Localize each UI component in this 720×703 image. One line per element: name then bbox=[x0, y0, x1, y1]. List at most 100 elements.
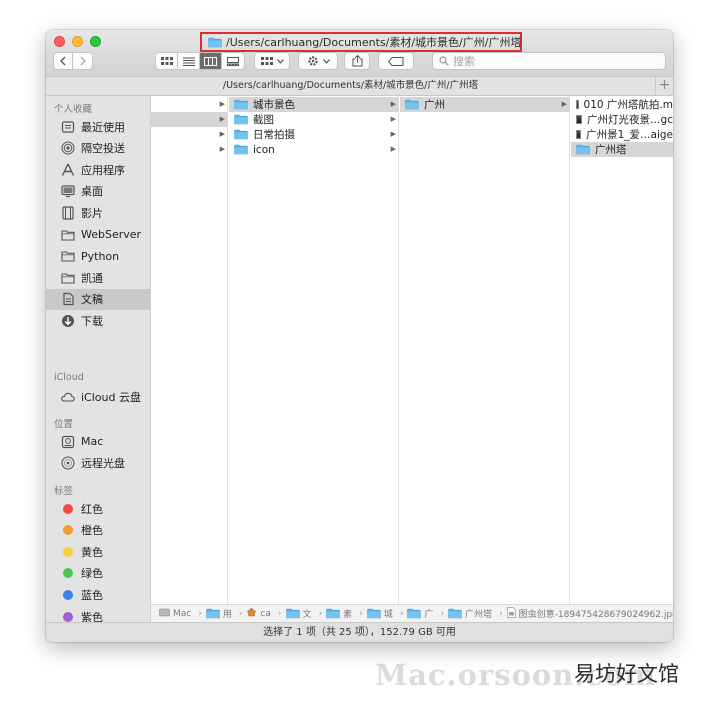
breadcrumb-item[interactable]: 广州塔 › bbox=[448, 607, 507, 620]
breadcrumb-item[interactable]: ca › bbox=[246, 607, 285, 620]
new-tab-button[interactable]: + bbox=[655, 77, 673, 95]
file-row[interactable]: 城市景色 ▶ bbox=[229, 97, 399, 112]
tag-button[interactable] bbox=[378, 52, 414, 70]
sidebar-item[interactable]: 远程光盘 bbox=[46, 453, 150, 474]
tag-color-dot bbox=[61, 588, 75, 602]
sidebar-item[interactable]: WebServer bbox=[46, 224, 150, 245]
back-button[interactable] bbox=[54, 53, 74, 69]
file-row[interactable]: ▶ bbox=[151, 97, 228, 112]
file-row[interactable]: 截图 ▶ bbox=[229, 112, 399, 127]
sidebar-item-label: 桌面 bbox=[81, 185, 103, 199]
breadcrumb-item[interactable]: 用 › bbox=[206, 607, 247, 620]
disclosure-arrow-icon: ▶ bbox=[219, 145, 225, 153]
search-icon bbox=[439, 56, 449, 66]
sidebar-item[interactable]: 凯通 bbox=[46, 267, 150, 288]
file-row[interactable]: 广州塔 bbox=[571, 142, 673, 157]
minimize-window-button[interactable] bbox=[72, 36, 83, 47]
file-name: 010 广州塔航拍.m bbox=[583, 99, 673, 111]
browser-column: 010 广州塔航拍.m 广州灯光夜景…gc 广州景1_爱…aige 广州塔 bbox=[571, 96, 673, 604]
breadcrumb-separator-icon: › bbox=[440, 608, 445, 619]
file-row[interactable]: icon ▶ bbox=[229, 142, 399, 157]
group-button[interactable] bbox=[254, 52, 290, 70]
breadcrumb-item[interactable]: 图虫创意-189475428679024962.jpg bbox=[506, 606, 673, 621]
downloads-icon bbox=[61, 314, 75, 328]
sidebar-item[interactable]: 最近使用 bbox=[46, 116, 150, 137]
sidebar-item-label: 黄色 bbox=[81, 545, 103, 559]
sidebar: 个人收藏 最近使用 隔空投送 应用程序 桌面 影片 WebServer Python 凯通 文稿下… bbox=[46, 96, 151, 642]
disclosure-arrow-icon: ▶ bbox=[390, 130, 396, 138]
sidebar-item-label: 下载 bbox=[81, 314, 103, 328]
file-row[interactable]: ▶ bbox=[151, 142, 228, 157]
sidebar-item[interactable]: Python bbox=[46, 246, 150, 267]
tag-color-dot bbox=[63, 546, 73, 557]
breadcrumb-separator-icon: › bbox=[318, 608, 323, 619]
sidebar-item[interactable]: 橙色 bbox=[46, 520, 150, 541]
sidebar-item[interactable]: 蓝色 bbox=[46, 584, 150, 605]
disclosure-arrow-icon: ▶ bbox=[219, 115, 225, 123]
column-view-button[interactable] bbox=[200, 53, 222, 69]
file-row[interactable]: 010 广州塔航拍.m bbox=[571, 97, 673, 112]
file-row[interactable]: 日常拍摄 ▶ bbox=[229, 127, 399, 142]
breadcrumb-label: 城 bbox=[383, 610, 393, 620]
breadcrumb-label: 文 bbox=[302, 610, 312, 620]
breadcrumb-item[interactable]: Mac › bbox=[159, 608, 206, 620]
sidebar-item-label: 凯通 bbox=[81, 271, 103, 285]
tag-icon bbox=[388, 56, 404, 66]
breadcrumb-item[interactable]: 文 › bbox=[286, 607, 327, 620]
tag-color-dot bbox=[63, 568, 73, 579]
file-row[interactable]: ▶ bbox=[151, 127, 228, 142]
sidebar-item-label: Mac bbox=[81, 435, 104, 448]
breadcrumb-item[interactable]: 城 › bbox=[367, 607, 408, 620]
sidebar-item[interactable]: 文稿 bbox=[46, 288, 150, 310]
breadcrumb-separator-icon: › bbox=[198, 608, 202, 619]
file-row[interactable]: 广州景1_爱…aige bbox=[571, 127, 673, 142]
folder-icon bbox=[407, 608, 421, 619]
movies-icon bbox=[61, 206, 75, 220]
tag-color-dot bbox=[63, 611, 73, 622]
toolbar: 搜索 bbox=[46, 52, 673, 76]
file-row[interactable]: 广州灯光夜景…gc bbox=[571, 112, 673, 127]
search-field[interactable]: 搜索 bbox=[432, 52, 666, 70]
window-title: /Users/carlhuang/Documents/素材/城市景色/广州/广州… bbox=[200, 32, 522, 52]
share-button[interactable] bbox=[344, 52, 370, 70]
tag-color-dot bbox=[61, 502, 75, 516]
sidebar-item-label: 红色 bbox=[81, 502, 103, 516]
sidebar-item[interactable]: 下载 bbox=[46, 310, 150, 331]
breadcrumb-item[interactable]: 素 › bbox=[326, 607, 367, 620]
tag-color-dot bbox=[61, 545, 75, 559]
browser-column: 城市景色 ▶ 截图 ▶ 日常拍摄 ▶ icon ▶ bbox=[229, 96, 399, 604]
sidebar-item[interactable]: 红色 bbox=[46, 498, 150, 519]
path-tab[interactable]: /Users/carlhuang/Documents/素材/城市景色/广州/广州… bbox=[46, 77, 655, 95]
sidebar-item-label: 文稿 bbox=[81, 293, 103, 307]
sidebar-item[interactable]: 桌面 bbox=[46, 181, 150, 202]
breadcrumb-item[interactable]: 广 › bbox=[407, 607, 448, 620]
list-view-button[interactable] bbox=[178, 53, 200, 69]
folder-icon bbox=[61, 249, 75, 263]
sidebar-item[interactable]: 隔空投送 bbox=[46, 138, 150, 159]
sidebar-item[interactable]: iCloud 云盘 bbox=[46, 386, 150, 407]
folder-icon bbox=[61, 228, 75, 242]
sidebar-item[interactable]: 黄色 bbox=[46, 541, 150, 562]
sidebar-item-label: 影片 bbox=[81, 206, 103, 220]
folder-icon bbox=[367, 608, 381, 619]
sidebar-item[interactable]: 应用程序 bbox=[46, 159, 150, 180]
close-window-button[interactable] bbox=[54, 36, 65, 47]
icon-view-button[interactable] bbox=[156, 53, 178, 69]
folder-icon bbox=[234, 114, 248, 125]
file-name: icon bbox=[253, 143, 275, 156]
zoom-window-button[interactable] bbox=[90, 36, 101, 47]
file-row[interactable]: ▶ bbox=[151, 112, 228, 127]
forward-button[interactable] bbox=[73, 53, 92, 69]
sidebar-item[interactable]: Mac bbox=[46, 431, 150, 452]
sidebar-item[interactable]: 影片 bbox=[46, 202, 150, 223]
file-row[interactable]: 广州 ▶ bbox=[400, 97, 570, 112]
gallery-view-button[interactable] bbox=[222, 53, 244, 69]
action-button[interactable] bbox=[298, 52, 338, 70]
folder-icon bbox=[326, 608, 340, 619]
folder-icon bbox=[234, 144, 248, 155]
file-name: 广州 bbox=[424, 99, 445, 111]
sidebar-item[interactable]: 绿色 bbox=[46, 563, 150, 584]
sidebar-item-label: 最近使用 bbox=[81, 120, 125, 134]
window-title-text: /Users/carlhuang/Documents/素材/城市景色/广州/广州… bbox=[226, 36, 522, 49]
disclosure-arrow-icon: ▶ bbox=[390, 115, 396, 123]
